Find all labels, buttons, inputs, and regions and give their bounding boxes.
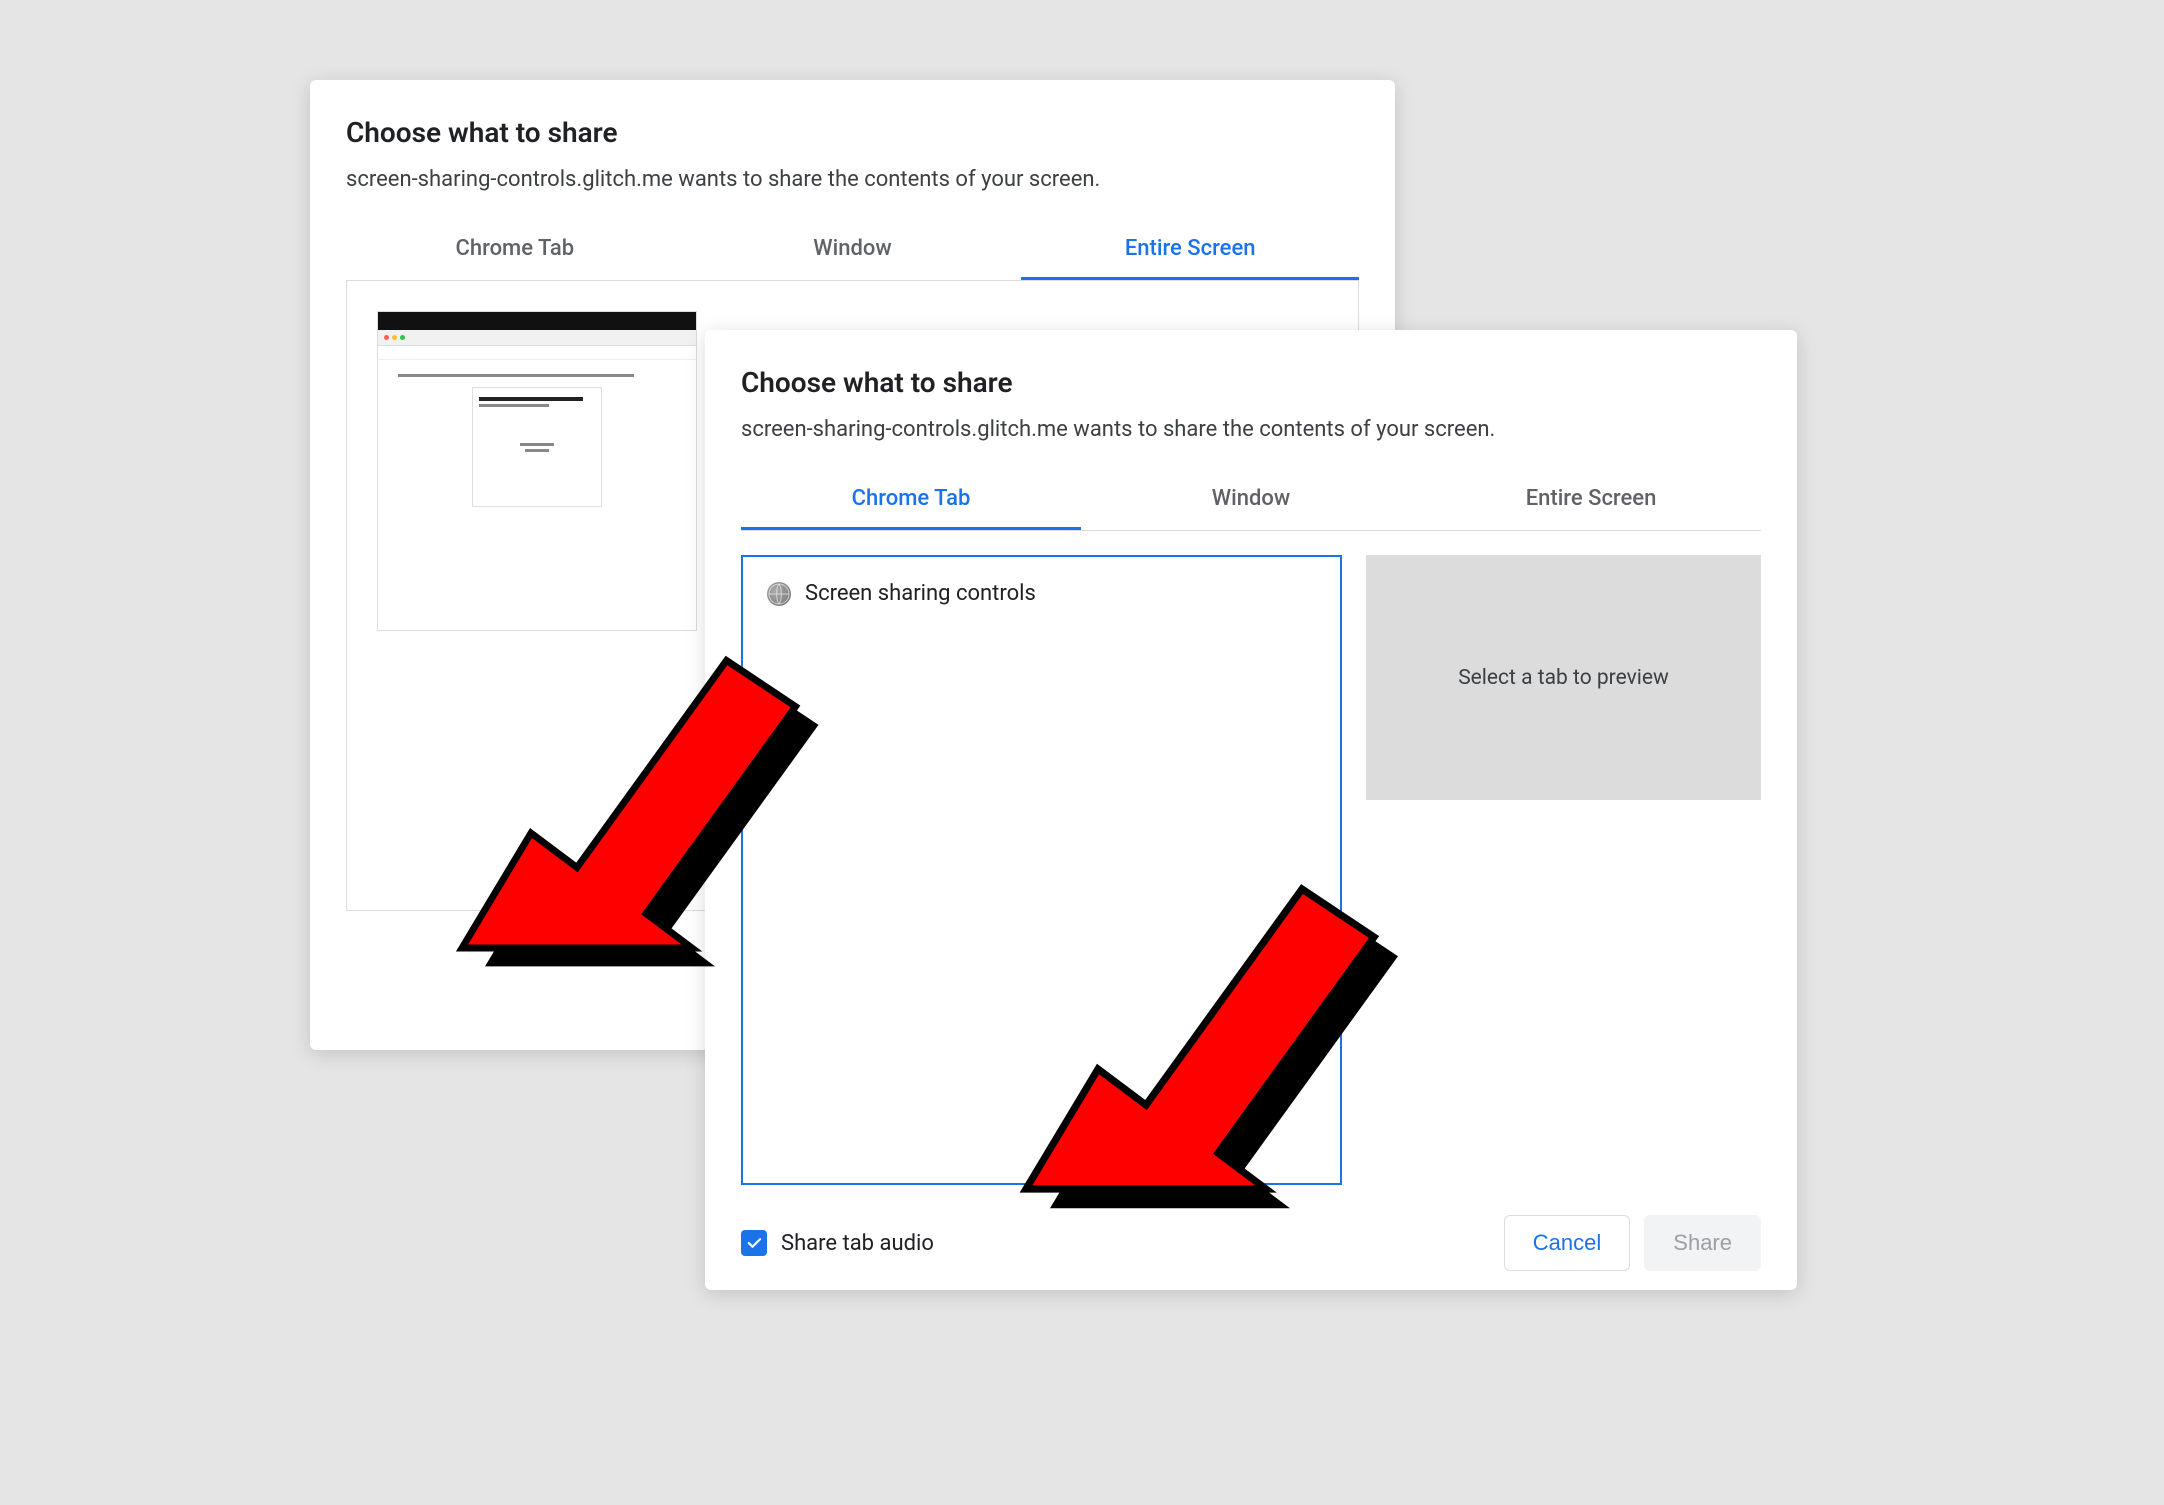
share-tab-audio-option[interactable]: Share tab audio: [741, 1230, 934, 1256]
share-dialog-chrome-tab: Choose what to share screen-sharing-cont…: [705, 330, 1797, 1290]
tab-window[interactable]: Window: [1081, 472, 1421, 530]
share-audio-label: Share tab audio: [781, 1231, 934, 1256]
tab-entire-screen[interactable]: Entire Screen: [1421, 472, 1761, 530]
dialog-subtitle: screen-sharing-controls.glitch.me wants …: [741, 417, 1761, 442]
globe-icon: [767, 582, 791, 606]
screen-thumbnail[interactable]: [377, 311, 697, 631]
dialog-title: Choose what to share: [741, 366, 1761, 399]
tab-entire-screen[interactable]: Entire Screen: [1021, 222, 1359, 280]
cancel-button[interactable]: Cancel: [1504, 1215, 1630, 1271]
dialog-subtitle: screen-sharing-controls.glitch.me wants …: [346, 167, 1359, 192]
share-tabs: Chrome Tab Window Entire Screen: [741, 472, 1761, 531]
checkbox-checked-icon: [741, 1230, 767, 1256]
preview-pane: Select a tab to preview: [1366, 555, 1761, 800]
tab-chrome-tab[interactable]: Chrome Tab: [741, 472, 1081, 530]
tab-list-item-label: Screen sharing controls: [805, 581, 1036, 606]
tab-list: Screen sharing controls: [741, 555, 1342, 1185]
tab-chrome-tab[interactable]: Chrome Tab: [346, 222, 684, 280]
tab-window[interactable]: Window: [684, 222, 1022, 280]
share-button[interactable]: Share: [1644, 1215, 1761, 1271]
dialog-title: Choose what to share: [346, 116, 1359, 149]
tab-list-item[interactable]: Screen sharing controls: [763, 575, 1320, 612]
share-tabs: Chrome Tab Window Entire Screen: [346, 222, 1359, 281]
preview-placeholder: Select a tab to preview: [1458, 666, 1669, 690]
